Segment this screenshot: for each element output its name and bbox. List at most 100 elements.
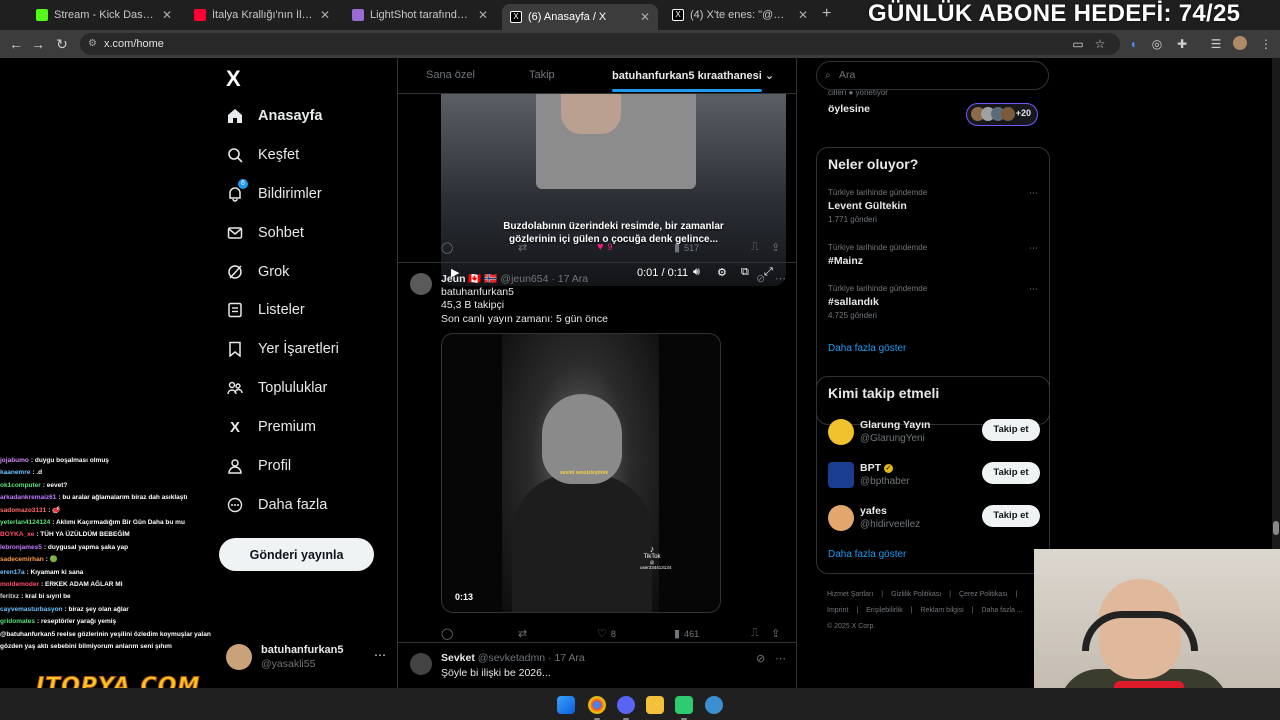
profile-avatar-icon[interactable] (1233, 36, 1247, 50)
community-name[interactable]: öylesine (828, 103, 870, 115)
author-handle[interactable]: @jeun654 · 17 Ara (500, 273, 588, 285)
bookmark-button[interactable]: ⎍ (751, 241, 759, 254)
views-button[interactable]: ▮ 517 (674, 241, 699, 254)
nav-item-more[interactable]: Daha fazla (226, 490, 327, 520)
post-button[interactable]: Gönderi yayınla (219, 538, 374, 571)
new-tab-button[interactable]: + (822, 5, 831, 23)
site-info-icon[interactable]: ⚙ (88, 33, 97, 55)
repost-button[interactable]: ⇄ (518, 627, 531, 640)
avatar[interactable] (410, 273, 432, 295)
reload-icon[interactable]: ↻ (52, 34, 72, 54)
discord-icon[interactable] (617, 696, 635, 720)
post[interactable]: Jeun 🇨🇦 🇳🇴 @jeun654 · 17 Ara ⊘ ⋯ batuhan… (398, 263, 796, 643)
account-switcher[interactable]: batuhanfurkan5 @yasakli55 ⋯ (226, 642, 386, 674)
footer-link[interactable]: Daha fazla ... (981, 607, 1022, 614)
trends-show-more-link[interactable]: Daha fazla göster (828, 343, 906, 354)
footer-link[interactable]: Reklam bilgisi (921, 607, 964, 614)
install-app-icon[interactable]: ▭ (1070, 36, 1086, 52)
trend-item[interactable]: Türkiye tarihinde gündemde #sallandık 4.… (828, 284, 1038, 328)
scrollbar-thumb[interactable] (1273, 521, 1279, 535)
kebab-menu-icon[interactable]: ⋮ (1258, 36, 1274, 52)
browser-globe-icon[interactable] (705, 696, 723, 714)
post-video[interactable]: sesini sessizleştirek ♪ TikTok @ user234… (441, 333, 721, 613)
close-icon[interactable]: ✕ (798, 8, 808, 22)
nav-item-communities[interactable]: Topluluklar (226, 373, 327, 403)
obs-app-icon[interactable] (675, 696, 693, 720)
nav-item-explore[interactable]: Keşfet (226, 140, 299, 170)
file-explorer-icon[interactable] (646, 696, 664, 714)
nav-item-profile[interactable]: Profil (226, 451, 291, 481)
extension-icon[interactable]: ◎ (1149, 36, 1165, 52)
footer-link[interactable]: Imprint (827, 607, 848, 614)
browser-tab-x-home[interactable]: X (6) Anasayfa / X ✕ (502, 4, 658, 30)
follow-button[interactable]: Takip et (982, 419, 1040, 441)
post[interactable]: Sevket @sevketadmn · 17 Ara ⊘ ⋯ Şöyle bi… (398, 643, 796, 688)
bookmark-star-icon[interactable]: ☆ (1092, 36, 1108, 52)
forward-icon[interactable]: → (28, 34, 48, 54)
more-dots-icon[interactable]: ⋯ (775, 272, 786, 285)
community-members-pill[interactable]: +20 (966, 103, 1038, 126)
share-button[interactable]: ⇪ (771, 241, 780, 254)
windows-start-icon[interactable] (557, 696, 575, 714)
footer-link[interactable]: Erişilebilirlik (866, 607, 903, 614)
like-button[interactable]: ♥ 9 (597, 241, 613, 253)
close-icon[interactable]: ✕ (640, 10, 650, 24)
follow-suggestion[interactable]: yafes @hidirveellez Takip et (828, 503, 1040, 535)
grok-explain-icon[interactable]: ⊘ (756, 652, 765, 665)
more-dots-icon[interactable]: ⋯ (1029, 188, 1038, 199)
back-icon[interactable]: ← (6, 34, 26, 54)
more-dots-icon[interactable]: ⋯ (1029, 243, 1038, 254)
close-icon[interactable]: ✕ (162, 8, 172, 22)
close-icon[interactable]: ✕ (320, 8, 330, 22)
tab-community[interactable]: batuhanfurkan5 kıraathanesi ⌄ (612, 69, 774, 92)
footer-link[interactable]: Hizmet Şartları (827, 591, 873, 598)
address-bar[interactable]: ⚙ x.com/home (80, 33, 1120, 55)
like-button[interactable]: ♡ 8 (597, 627, 616, 640)
trend-item[interactable]: Türkiye tarihinde gündemde Levent Gültek… (828, 188, 1038, 232)
browser-tab-lightshot[interactable]: LightShot tarafından Ekran Gör ✕ (344, 4, 496, 26)
close-icon[interactable]: ✕ (478, 8, 488, 22)
follow-button[interactable]: Takip et (982, 505, 1040, 527)
author-handle[interactable]: @sevketadmn · 17 Ara (478, 652, 585, 664)
nav-item-grok[interactable]: Grok (226, 257, 289, 287)
grok-explain-icon[interactable]: ⊘ (756, 272, 765, 285)
more-dots-icon[interactable]: ⋯ (775, 652, 786, 665)
avatar[interactable] (410, 653, 432, 675)
author-name[interactable]: Jeun 🇨🇦 🇳🇴 (441, 273, 498, 285)
follow-suggestion[interactable]: Glarung Yayın @GlarungYeni Takip et (828, 417, 1040, 449)
x-logo-icon[interactable]: X (226, 66, 241, 92)
nav-item-home[interactable]: Anasayfa (226, 101, 322, 131)
community-card[interactable]: cilleri ● yönetiyor öylesine +20 (816, 83, 1049, 138)
extension-audio-icon[interactable]: ◖ (1125, 36, 1141, 52)
nav-item-lists[interactable]: Listeler (226, 295, 305, 325)
browser-tab-x-enes[interactable]: X (4) X'te enes: "@mutantsertac h ✕ (664, 4, 816, 26)
views-button[interactable]: ▮ 461 (674, 627, 699, 640)
more-dots-icon[interactable]: ⋯ (374, 648, 386, 662)
reply-button[interactable]: ◯ (441, 241, 457, 254)
who-to-follow-show-more-link[interactable]: Daha fazla göster (828, 549, 906, 560)
chrome-icon[interactable] (588, 696, 606, 720)
video-player[interactable]: Buzdolabının üzerindeki resimde, bir zam… (441, 94, 786, 286)
tab-following[interactable]: Takip (529, 69, 555, 81)
more-dots-icon[interactable]: ⋯ (1029, 284, 1038, 295)
reading-list-icon[interactable]: ☰ (1208, 36, 1224, 52)
extensions-puzzle-icon[interactable]: ✚ (1174, 36, 1190, 52)
trend-item[interactable]: Türkiye tarihinde gündemde #Mainz ⋯ (828, 243, 1038, 287)
author-name[interactable]: Sevket (441, 652, 475, 664)
nav-item-notifications[interactable]: 6 Bildirimler (226, 179, 322, 209)
nav-item-bookmarks[interactable]: Yer İşaretleri (226, 334, 339, 364)
nav-item-messages[interactable]: Sohbet (226, 218, 304, 248)
repost-button[interactable]: ⇄ (518, 241, 531, 254)
share-button[interactable]: ⇪ (771, 627, 780, 640)
nav-item-premium[interactable]: X Premium (226, 412, 316, 442)
search-input[interactable]: ⌕ Ara (816, 61, 1049, 90)
follow-button[interactable]: Takip et (982, 462, 1040, 484)
footer-link[interactable]: Çerez Politikası (959, 591, 1008, 598)
follow-suggestion[interactable]: BPT ✓ @bpthaber Takip et (828, 460, 1040, 492)
bookmark-button[interactable]: ⎍ (751, 627, 759, 640)
reply-button[interactable]: ◯ (441, 627, 457, 640)
browser-tab-kick[interactable]: Stream - Kick Dashboard ✕ (28, 4, 180, 26)
footer-link[interactable]: Gizlilik Politikası (891, 591, 941, 598)
tab-for-you[interactable]: Sana özel (426, 69, 475, 81)
browser-tab-youtube[interactable]: İtalya Krallığı'nın İlk Başkenti: To ✕ (186, 4, 338, 26)
